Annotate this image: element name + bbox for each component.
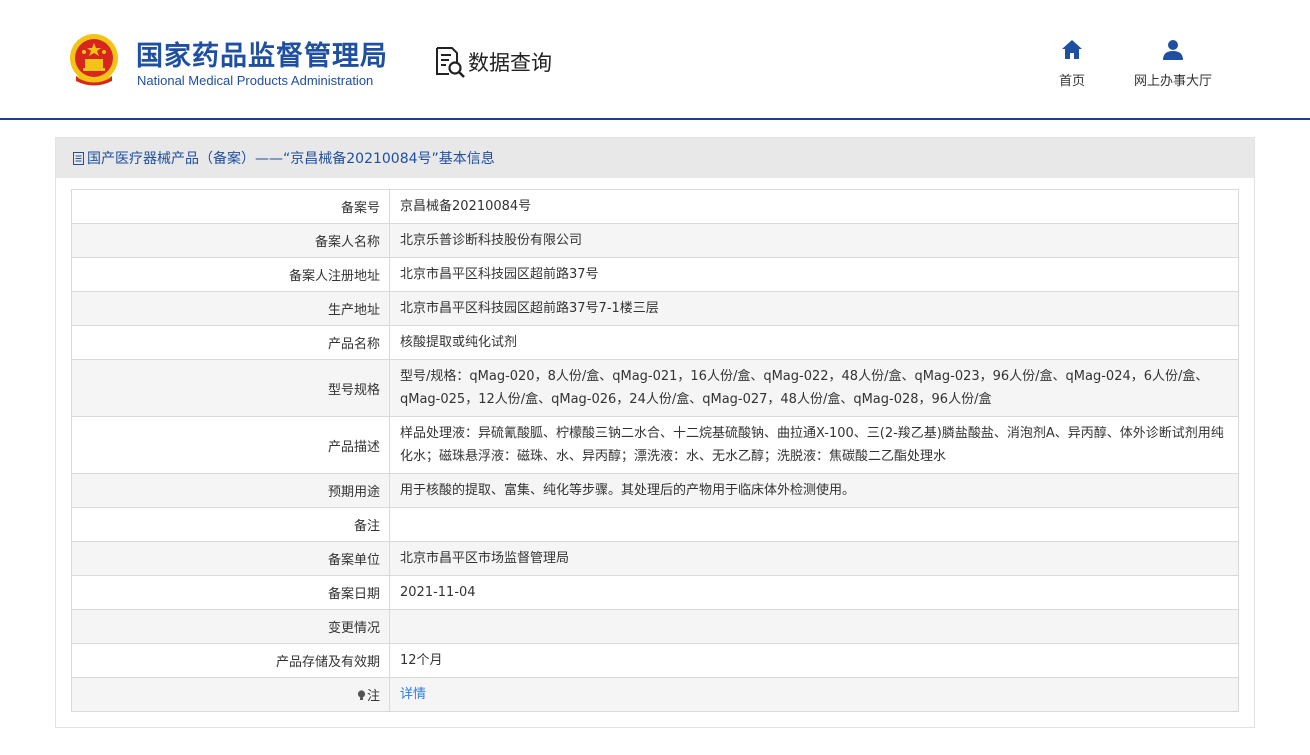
- lightbulb-icon: [357, 690, 366, 700]
- field-label: 备案单位: [71, 541, 390, 576]
- field-value: 样品处理液：异硫氰酸胍、柠檬酸三钠二水合、十二烷基硫酸钠、曲拉通X-100、三(…: [389, 416, 1239, 474]
- field-label: 备案人名称: [71, 223, 390, 258]
- table-row: 变更情况: [71, 609, 1239, 644]
- document-icon: [73, 151, 84, 165]
- site-header: 国家药品监督管理局 National Medical Products Admi…: [0, 0, 1310, 120]
- table-row: 备注: [71, 507, 1239, 542]
- field-label: 生产地址: [71, 291, 390, 326]
- table-row: 预期用途 用于核酸的提取、富集、纯化等步骤。其处理后的产物用于临床体外检测使用。: [71, 473, 1239, 508]
- field-value: 用于核酸的提取、富集、纯化等步骤。其处理后的产物用于临床体外检测使用。: [389, 473, 1239, 508]
- data-query-link[interactable]: 数据查询: [434, 44, 552, 80]
- header-divider: [0, 118, 1310, 120]
- table-row: 备案号 京昌械备20210084号: [71, 189, 1239, 224]
- field-label: 变更情况: [71, 609, 390, 644]
- field-value: 北京乐普诊断科技股份有限公司: [389, 223, 1239, 258]
- table-row: 型号规格 型号/规格：qMag-020，8人份/盒、qMag-021，16人份/…: [71, 359, 1239, 417]
- table-row: 产品描述 样品处理液：异硫氰酸胍、柠檬酸三钠二水合、十二烷基硫酸钠、曲拉通X-1…: [71, 416, 1239, 474]
- info-table: 备案号 京昌械备20210084号 备案人名称 北京乐普诊断科技股份有限公司 备…: [71, 189, 1239, 712]
- table-row: 备案人注册地址 北京市昌平区科技园区超前路37号: [71, 257, 1239, 292]
- table-row: 注 详情: [71, 677, 1239, 712]
- home-icon: [1062, 40, 1082, 59]
- note-value-cell: 详情: [389, 677, 1239, 712]
- field-label: 备案人注册地址: [71, 257, 390, 292]
- nav-online-service-label: 网上办事大厅: [1133, 74, 1212, 89]
- panel-title: 国产医疗器械产品（备案）——“京昌械备20210084号”基本信息: [56, 138, 1254, 178]
- field-label: 预期用途: [71, 473, 390, 508]
- document-search-icon: [436, 47, 465, 78]
- field-value: 京昌械备20210084号: [389, 189, 1239, 224]
- national-emblem-icon: [70, 34, 118, 86]
- nav-online-service[interactable]: 网上办事大厅: [1125, 38, 1221, 89]
- table-row: 备案人名称 北京乐普诊断科技股份有限公司: [71, 223, 1239, 258]
- field-value: 12个月: [389, 643, 1239, 678]
- nav-home-label: 首页: [1058, 74, 1085, 89]
- table-row: 备案单位 北京市昌平区市场监督管理局: [71, 541, 1239, 576]
- info-panel: 国产医疗器械产品（备案）——“京昌械备20210084号”基本信息 备案号 京昌…: [55, 137, 1255, 728]
- field-value: 型号/规格：qMag-020，8人份/盒、qMag-021，16人份/盒、qMa…: [389, 359, 1239, 417]
- field-label: 产品描述: [71, 416, 390, 474]
- field-value: 2021-11-04: [389, 575, 1239, 610]
- field-value: 北京市昌平区市场监督管理局: [389, 541, 1239, 576]
- table-row: 备案日期 2021-11-04: [71, 575, 1239, 610]
- note-label: 注: [366, 689, 380, 704]
- field-label: 备注: [71, 507, 390, 542]
- field-value: [389, 507, 1239, 542]
- agency-name-cn: 国家药品监督管理局: [136, 41, 388, 72]
- field-value: 核酸提取或纯化试剂: [389, 325, 1239, 360]
- field-label: 型号规格: [71, 359, 390, 417]
- data-query-label: 数据查询: [468, 51, 552, 75]
- field-value: 北京市昌平区科技园区超前路37号: [389, 257, 1239, 292]
- field-value: 北京市昌平区科技园区超前路37号7-1楼三层: [389, 291, 1239, 326]
- table-row: 产品存储及有效期 12个月: [71, 643, 1239, 678]
- field-label: 备案日期: [71, 575, 390, 610]
- field-value: [389, 609, 1239, 644]
- agency-name-en: National Medical Products Administration: [137, 73, 374, 88]
- field-label: 产品存储及有效期: [71, 643, 390, 678]
- table-row: 生产地址 北京市昌平区科技园区超前路37号7-1楼三层: [71, 291, 1239, 326]
- table-row: 产品名称 核酸提取或纯化试剂: [71, 325, 1239, 360]
- field-label: 产品名称: [71, 325, 390, 360]
- nav-home[interactable]: 首页: [1052, 38, 1092, 89]
- note-label-cell: 注: [71, 677, 390, 712]
- field-label: 备案号: [71, 189, 390, 224]
- detail-link[interactable]: 详情: [400, 687, 426, 702]
- panel-title-text: 国产医疗器械产品（备案）——“京昌械备20210084号”基本信息: [87, 151, 495, 167]
- user-icon: [1163, 40, 1183, 60]
